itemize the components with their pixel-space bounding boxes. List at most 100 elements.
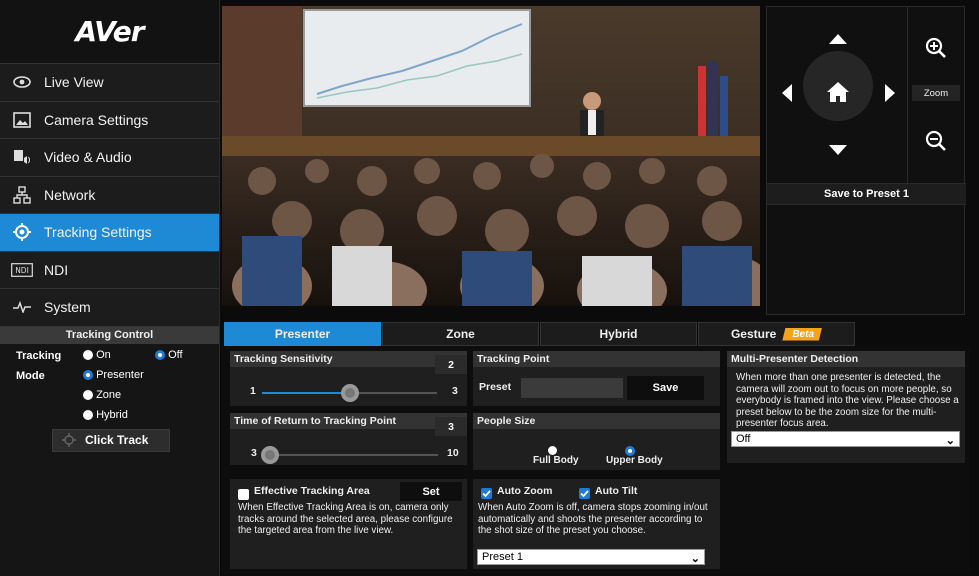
- checkbox-box: [238, 489, 249, 501]
- click-track-button[interactable]: Click Track: [52, 428, 170, 452]
- tracking-point-title: Tracking Point: [473, 351, 720, 367]
- ptz-control-panel: Zoom Save to Preset 1: [766, 6, 966, 315]
- save-to-preset-button[interactable]: Save to Preset 1: [767, 183, 966, 205]
- svg-text:NDI: NDI: [15, 266, 29, 275]
- pan-down-arrow-icon[interactable]: [828, 143, 848, 161]
- nav-network[interactable]: Network: [0, 176, 219, 214]
- nav-label: Video & Audio: [44, 149, 132, 166]
- sensitivity-slider-handle[interactable]: [341, 384, 359, 402]
- live-video-preview[interactable]: [222, 6, 760, 306]
- radio-label: Presenter: [96, 368, 144, 381]
- nav-tracking-settings[interactable]: Tracking Settings: [0, 214, 219, 252]
- pan-left-arrow-icon[interactable]: [781, 83, 793, 108]
- app-root: AVer Live View Camera Settings Video & A…: [0, 0, 979, 576]
- nav-ndi[interactable]: NDI NDI: [0, 251, 219, 289]
- radio-label: Zone: [96, 388, 122, 401]
- select-value: Preset 1: [482, 551, 523, 563]
- auto-zoom-label: Auto Zoom: [497, 485, 553, 497]
- mode-hybrid-radio[interactable]: Hybrid: [83, 409, 128, 421]
- nav-system[interactable]: System: [0, 289, 219, 327]
- tab-label: Gesture: [730, 327, 777, 341]
- tracking-label: Tracking: [16, 349, 62, 362]
- crosshair-icon: [53, 433, 85, 447]
- preset-input[interactable]: [521, 378, 623, 398]
- aver-logo: AVer: [0, 0, 219, 64]
- shot-preset-select[interactable]: Preset 1 ⌄: [477, 549, 705, 565]
- tab-label: Zone: [446, 327, 475, 341]
- eye-icon: [0, 76, 44, 89]
- tracking-sensitivity-box: Tracking Sensitivity 2 1 3: [230, 351, 467, 406]
- tab-hybrid[interactable]: Hybrid: [540, 322, 697, 346]
- select-value: Off: [736, 433, 751, 445]
- tracking-off-radio[interactable]: Off: [155, 349, 183, 361]
- mode-presenter-radio[interactable]: Presenter: [83, 369, 144, 381]
- tab-label: Presenter: [274, 327, 331, 341]
- checkbox-box: [481, 488, 492, 500]
- multi-presenter-box: Multi-Presenter Detection When more than…: [727, 351, 965, 463]
- tab-zone[interactable]: Zone: [382, 322, 539, 346]
- tab-gesture[interactable]: Gesture Beta: [698, 322, 855, 346]
- set-area-button[interactable]: Set: [400, 482, 462, 501]
- radio-circle: [155, 349, 165, 360]
- upper-body-label: Upper Body: [606, 455, 663, 466]
- multi-presenter-select[interactable]: Off ⌄: [731, 431, 960, 447]
- effective-area-description: When Effective Tracking Area is on, came…: [238, 502, 453, 536]
- pan-right-arrow-icon[interactable]: [884, 83, 896, 108]
- radio-circle: [83, 389, 93, 400]
- return-time-max: 10: [447, 447, 459, 459]
- radio-circle: [83, 349, 93, 360]
- return-time-min: 3: [251, 447, 257, 459]
- sensitivity-min: 1: [250, 385, 256, 397]
- presenter-settings: Tracking Sensitivity 2 1 3 Time of Retur…: [222, 346, 970, 574]
- check-icon: [580, 490, 589, 498]
- check-icon: [482, 490, 491, 498]
- nav-video-audio[interactable]: Video & Audio: [0, 139, 219, 177]
- checkbox-box: [579, 488, 590, 500]
- effective-area-label: Effective Tracking Area: [254, 485, 370, 497]
- nav-label: Tracking Settings: [44, 224, 152, 241]
- radio-circle: [83, 409, 93, 420]
- target-icon: [0, 222, 44, 242]
- auto-zoom-description: When Auto Zoom is off, camera stops zoom…: [478, 502, 708, 536]
- nav-label: Camera Settings: [44, 111, 149, 128]
- return-time-track: [268, 454, 438, 456]
- return-time-title: Time of Return to Tracking Point: [230, 413, 467, 429]
- sensitivity-max: 3: [452, 385, 458, 397]
- nav-label: System: [44, 299, 91, 316]
- tracking-point-box: Tracking Point Preset Save: [473, 351, 720, 406]
- nav-label: Live View: [44, 74, 104, 91]
- auto-zoom-checkbox[interactable]: [481, 485, 492, 503]
- zoom-label: Zoom: [912, 85, 960, 101]
- tracking-on-radio[interactable]: On: [83, 349, 111, 361]
- radio-label: Off: [168, 348, 183, 361]
- nav-live-view[interactable]: Live View: [0, 64, 219, 102]
- save-tracking-point-button[interactable]: Save: [627, 376, 704, 400]
- auto-zoom-box: Auto Zoom Auto Tilt When Auto Zoom is of…: [473, 479, 720, 569]
- pan-up-arrow-icon[interactable]: [828, 32, 848, 50]
- video-audio-icon: [0, 149, 44, 165]
- network-icon: [0, 186, 44, 204]
- tracking-tabs: Presenter Zone Hybrid Gesture Beta: [224, 322, 968, 346]
- multi-presenter-title: Multi-Presenter Detection: [727, 351, 965, 367]
- nav-camera-settings[interactable]: Camera Settings: [0, 101, 219, 139]
- live-view-image: [222, 6, 760, 306]
- beta-badge: Beta: [782, 327, 823, 341]
- radio-label: Hybrid: [96, 408, 128, 421]
- pulse-icon: [0, 301, 44, 314]
- zoom-out-icon[interactable]: [925, 130, 947, 157]
- tab-presenter[interactable]: Presenter: [224, 322, 381, 346]
- return-time-value: 3: [435, 417, 467, 436]
- ptz-divider: [907, 7, 908, 183]
- home-icon[interactable]: [826, 81, 850, 108]
- zoom-in-icon[interactable]: [925, 37, 947, 64]
- nav-label: NDI: [44, 261, 69, 278]
- chevron-down-icon: ⌄: [945, 435, 955, 447]
- radio-circle: [548, 446, 557, 456]
- sensitivity-fill: [262, 392, 350, 394]
- auto-tilt-checkbox[interactable]: [579, 485, 590, 503]
- multi-presenter-description: When more than one presenter is detected…: [736, 372, 959, 429]
- preset-label: Preset: [479, 381, 512, 393]
- radio-label: On: [96, 348, 111, 361]
- mode-zone-radio[interactable]: Zone: [83, 389, 121, 401]
- return-time-slider-handle[interactable]: [261, 446, 279, 464]
